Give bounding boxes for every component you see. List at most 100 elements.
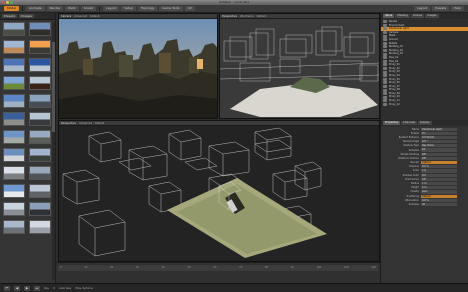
- visibility-eye-icon[interactable]: [383, 34, 387, 38]
- preset-thumbnail[interactable]: [29, 94, 51, 108]
- visibility-eye-icon[interactable]: [383, 52, 387, 56]
- toolbar-tab-uv[interactable]: UV: [184, 6, 195, 11]
- preset-thumbnail[interactable]: [3, 148, 25, 162]
- preset-thumbnail[interactable]: [3, 76, 25, 90]
- toolbar-menu-help[interactable]: Help: [451, 6, 464, 11]
- visibility-eye-icon[interactable]: [383, 70, 387, 74]
- visibility-eye-icon[interactable]: [383, 31, 387, 35]
- wireframe-viewport[interactable]: Perspective Wireframe Default: [219, 13, 380, 119]
- preset-thumbnail[interactable]: [29, 40, 51, 54]
- item-row[interactable]: Proxy_12: [381, 103, 468, 107]
- toolbar-menu-presets[interactable]: Presets: [432, 6, 450, 11]
- toolbar-tab-sculpt[interactable]: Sculpt: [80, 6, 97, 11]
- preset-thumbnail[interactable]: [3, 22, 25, 36]
- playback-button[interactable]: ▶: [24, 285, 30, 291]
- property-value-field[interactable]: Default: [421, 161, 457, 165]
- preset-thumbnail[interactable]: [3, 130, 25, 144]
- tab-groups[interactable]: Groups: [410, 14, 425, 18]
- tab-channels[interactable]: Channels: [401, 121, 418, 125]
- perspective-viewport[interactable]: Perspective Advanced Default: [58, 120, 380, 262]
- property-value-field[interactable]: 1.0: [421, 169, 457, 173]
- playback-button[interactable]: ⏮: [4, 285, 10, 291]
- visibility-eye-icon[interactable]: [383, 84, 387, 88]
- visibility-eye-icon[interactable]: [383, 56, 387, 60]
- toolbar-tab-game-tools[interactable]: Game Tools: [159, 6, 183, 11]
- toolbar-tab-paint[interactable]: Paint: [65, 6, 79, 11]
- left-panel-scrollbar[interactable]: [52, 22, 55, 280]
- visibility-eye-icon[interactable]: [383, 49, 387, 53]
- property-value-field[interactable]: Ray Trace: [421, 144, 457, 148]
- left-panel-tab-presets[interactable]: Presets: [2, 14, 17, 18]
- preset-thumbnail[interactable]: [29, 76, 51, 90]
- visibility-eye-icon[interactable]: [383, 20, 387, 24]
- preset-thumbnail[interactable]: [3, 166, 25, 180]
- preset-thumbnail[interactable]: [3, 202, 25, 216]
- property-value-field[interactable]: On: [421, 131, 457, 135]
- preset-thumbnail[interactable]: [29, 148, 51, 162]
- toolbar-tab-animate[interactable]: Animate: [26, 6, 45, 11]
- preset-thumbnail[interactable]: [29, 130, 51, 144]
- property-value-field[interactable]: Off: [421, 156, 457, 160]
- property-value-field[interactable]: 0.0: [421, 173, 457, 177]
- preset-thumbnail[interactable]: [3, 220, 25, 234]
- preset-thumbnail[interactable]: [29, 58, 51, 72]
- camera-viewport[interactable]: Camera Advanced Default: [58, 13, 218, 119]
- preset-thumbnail[interactable]: [29, 22, 51, 36]
- timeline[interactable]: 0 10 20 30 40 50 60 70 80 90 100 110 120: [56, 262, 380, 283]
- property-value-field[interactable]: 3.0 W/srm: [421, 135, 457, 140]
- status-item[interactable]: Key: [44, 286, 49, 290]
- property-value-field[interactable]: 64: [421, 148, 457, 152]
- toolbar-tab-setup[interactable]: Setup: [121, 6, 137, 11]
- toolbar-tab-model[interactable]: Model: [4, 6, 20, 11]
- preset-thumbnail[interactable]: [29, 184, 51, 198]
- preset-thumbnail[interactable]: [3, 184, 25, 198]
- visibility-eye-icon[interactable]: [383, 23, 387, 27]
- toolbar-tab-topology[interactable]: Topology: [138, 6, 158, 11]
- visibility-eye-icon[interactable]: [383, 38, 387, 42]
- playback-button[interactable]: ⏭: [34, 285, 40, 291]
- property-value-field[interactable]: 1 m: [421, 181, 457, 186]
- property-value-field[interactable]: Default: [421, 194, 457, 198]
- visibility-eye-icon[interactable]: [383, 99, 387, 103]
- visibility-eye-icon[interactable]: [383, 67, 387, 71]
- property-value-field[interactable]: Off: [421, 177, 457, 181]
- visibility-eye-icon[interactable]: [383, 88, 387, 92]
- visibility-eye-icon[interactable]: [383, 92, 387, 96]
- scrollbar-knob[interactable]: [52, 42, 55, 132]
- visibility-eye-icon[interactable]: [383, 74, 387, 78]
- property-value-field[interactable]: 0.5 °: [421, 140, 457, 144]
- playback-button[interactable]: ◀: [14, 285, 20, 291]
- preset-thumbnail[interactable]: [3, 58, 25, 72]
- visibility-eye-icon[interactable]: [383, 102, 387, 106]
- visibility-eye-icon[interactable]: [383, 41, 387, 45]
- visibility-eye-icon[interactable]: [383, 59, 387, 63]
- property-value-field[interactable]: 0.0 %: [421, 165, 457, 169]
- toolbar-tab-render[interactable]: Render: [46, 6, 64, 11]
- viewport-menu-camera[interactable]: Camera: [61, 15, 71, 18]
- viewport-menu-advanced[interactable]: Advanced: [79, 122, 92, 125]
- property-value-field[interactable]: 0.0 %: [421, 198, 457, 202]
- preset-thumbnail[interactable]: [29, 166, 51, 180]
- timeline-ruler[interactable]: 0 10 20 30 40 50 60 70 80 90 100 110 120: [58, 265, 378, 271]
- viewport-menu-default[interactable]: Default: [257, 15, 266, 18]
- viewport-menu-perspective[interactable]: Perspective: [61, 122, 76, 125]
- status-item[interactable]: Auto Key: [59, 286, 71, 290]
- preset-thumbnail[interactable]: [3, 112, 25, 126]
- visibility-eye-icon[interactable]: [383, 95, 387, 99]
- left-panel-tab-images[interactable]: Images: [18, 14, 34, 18]
- property-value-field[interactable]: Auto: [421, 190, 457, 194]
- property-value-field[interactable]: 40: [421, 202, 457, 207]
- preset-thumbnail[interactable]: [3, 40, 25, 54]
- preset-thumbnail[interactable]: [3, 94, 25, 108]
- tab-properties[interactable]: Properties: [383, 121, 401, 125]
- toolbar-menu-layout[interactable]: Layout: [414, 6, 431, 11]
- viewport-menu-default[interactable]: Default: [90, 15, 99, 18]
- viewport-menu-wireframe[interactable]: Wireframe: [240, 15, 254, 18]
- property-value-field[interactable]: 2 m: [421, 186, 457, 190]
- preset-thumbnail[interactable]: [29, 112, 51, 126]
- viewport-menu-perspective[interactable]: Perspective: [222, 15, 237, 18]
- status-item[interactable]: 0: [53, 286, 55, 290]
- viewport-menu-advanced[interactable]: Advanced: [74, 15, 87, 18]
- preset-thumbnail[interactable]: [29, 202, 51, 216]
- viewport-menu-default[interactable]: Default: [95, 122, 104, 125]
